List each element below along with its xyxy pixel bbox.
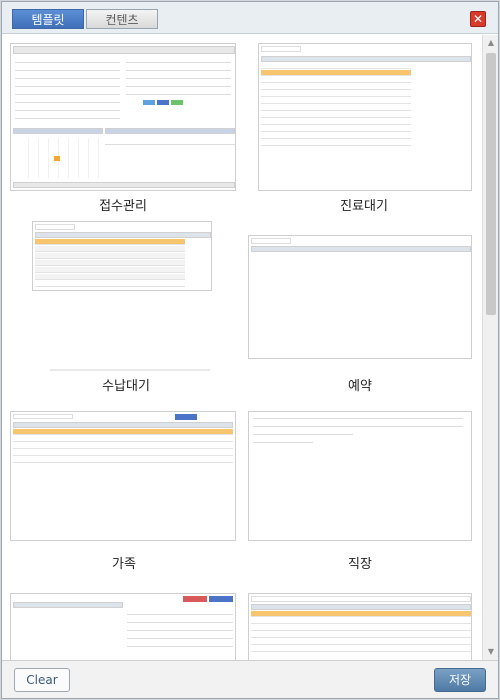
close-button[interactable]: ✕ [470, 11, 486, 27]
template-thumbnail-workplace[interactable] [248, 411, 472, 541]
template-label-workplace: 직장 [348, 557, 372, 572]
dialog-header: 템플릿 컨텐츠 ✕ [2, 2, 498, 34]
template-thumbnail-7[interactable] [10, 593, 236, 660]
dialog-footer: Clear 저장 [2, 660, 498, 698]
template-thumbnail-payment[interactable] [32, 221, 212, 291]
template-thumbnail-reservation[interactable] [248, 235, 472, 359]
clear-button[interactable]: Clear [14, 668, 70, 692]
template-thumbnail-family[interactable] [10, 411, 236, 541]
template-gallery: 접수관리 진료대기 수납대기 예약 가족 직장 [2, 35, 480, 660]
template-thumbnail-8[interactable] [248, 593, 472, 660]
tab-template[interactable]: 템플릿 [12, 9, 84, 29]
scroll-thumb[interactable] [486, 53, 496, 315]
template-label-family: 가족 [112, 557, 136, 572]
template-label-waiting: 진료대기 [340, 199, 388, 214]
tab-content[interactable]: 컨텐츠 [86, 9, 158, 29]
scroll-down-icon[interactable]: ▼ [483, 644, 499, 660]
template-label-payment: 수납대기 [102, 379, 150, 394]
tab-bar: 템플릿 컨텐츠 [12, 9, 158, 29]
template-thumbnail-waiting[interactable] [258, 43, 472, 191]
vertical-scrollbar[interactable]: ▲ ▼ [482, 35, 498, 660]
template-label-reservation: 예약 [348, 379, 372, 394]
template-label-reception: 접수관리 [99, 199, 147, 214]
save-button[interactable]: 저장 [434, 668, 486, 692]
scroll-up-icon[interactable]: ▲ [483, 35, 499, 51]
template-dialog: 템플릿 컨텐츠 ✕ 접수관리 진료대기 수납대기 예약 가족 직장 ▲ ▼ Cl… [1, 1, 499, 699]
template-thumbnail-reception[interactable] [10, 43, 236, 191]
